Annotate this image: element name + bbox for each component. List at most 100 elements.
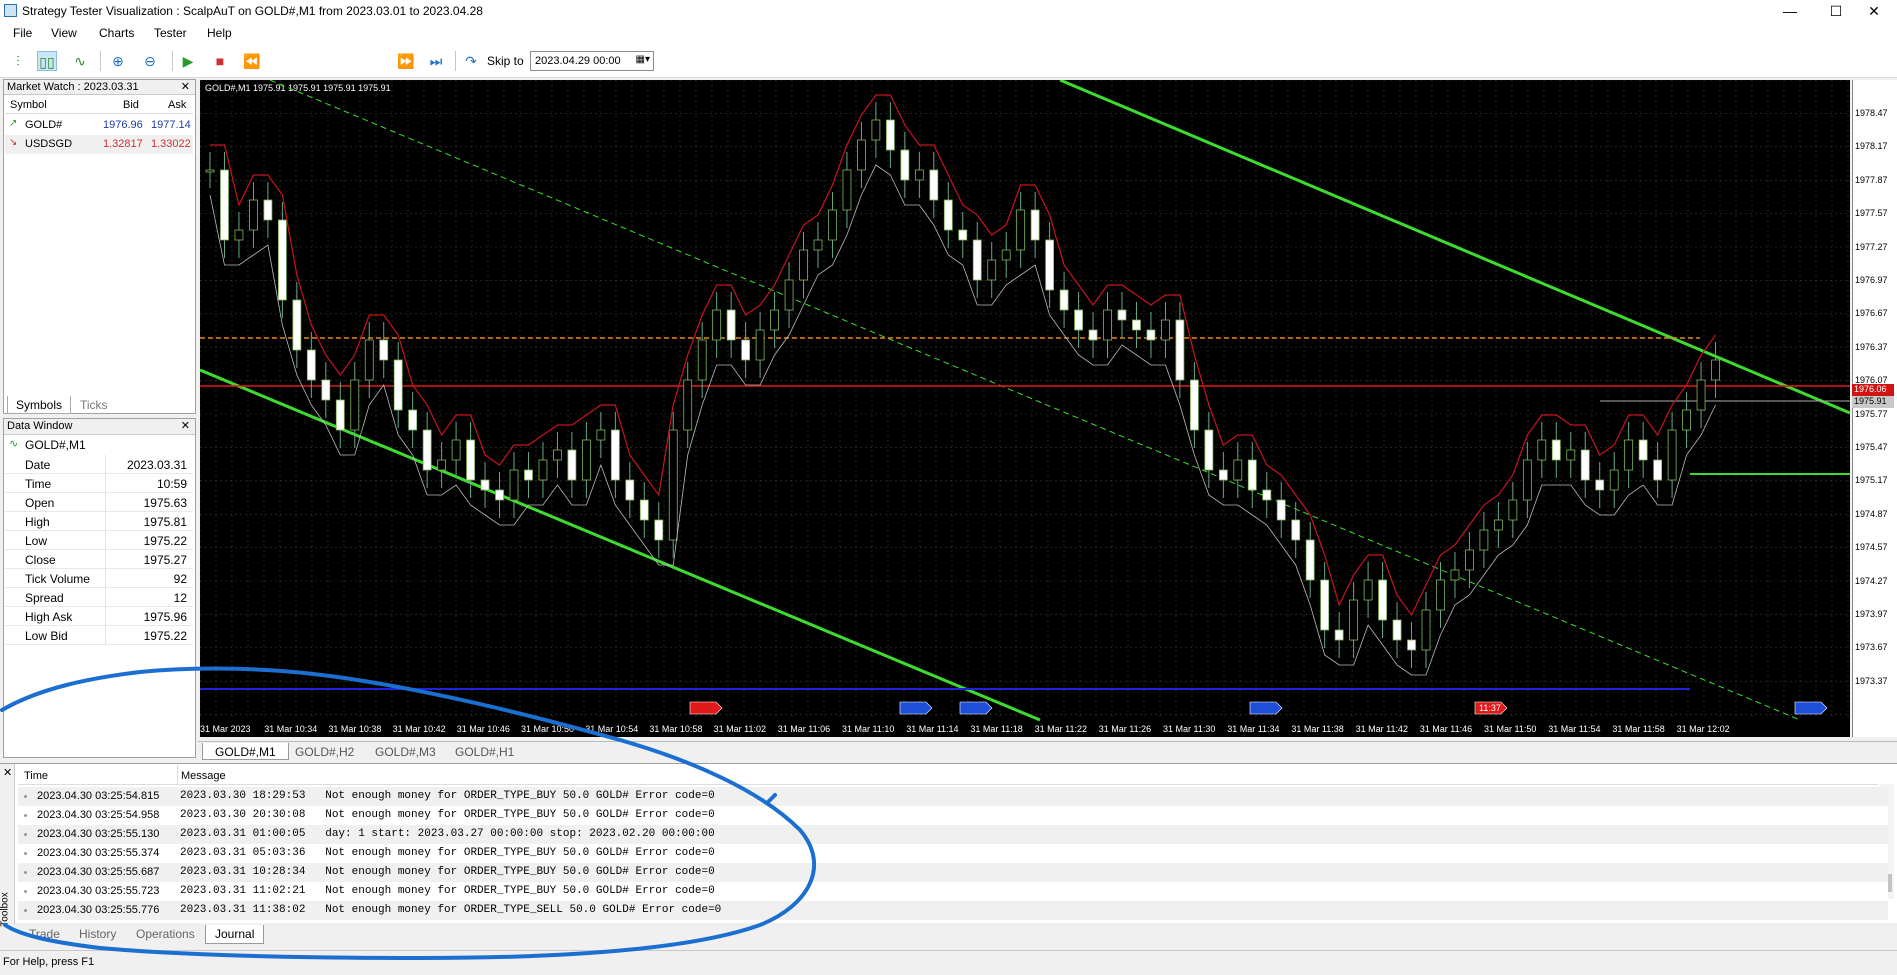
time-tick-label: 31 Mar 11:02 <box>713 724 766 734</box>
journal-time: 2023.04.30 03:25:55.776 <box>37 904 160 916</box>
journal-row[interactable]: 2023.04.30 03:25:55.130 2023.03.31 01:00:… <box>18 825 1888 844</box>
symbol-column-header: Symbol <box>10 99 47 111</box>
tab-trade[interactable]: Trade <box>20 925 69 943</box>
candle-body <box>668 429 678 541</box>
candle-body <box>408 409 418 431</box>
price-tick-label: 1976.67 <box>1855 308 1888 319</box>
journal-row[interactable]: 2023.04.30 03:25:55.723 2023.03.31 11:02:… <box>18 882 1888 901</box>
play-icon[interactable]: ▶ <box>178 51 198 71</box>
rewind-icon[interactable]: ⏪ <box>242 51 262 71</box>
bid-value: 1.32817 <box>103 138 143 150</box>
candle-body <box>249 199 258 231</box>
journal-message: 2023.03.30 18:29:53 Not enough money for… <box>180 790 715 802</box>
calendar-dropdown-icon[interactable]: ▦▾ <box>636 54 650 65</box>
symbol-name: USDSGD <box>25 138 73 150</box>
candle-body <box>1305 539 1315 581</box>
candle-body <box>1001 249 1011 261</box>
tab-gold-m3[interactable]: GOLD#,M3 <box>363 743 448 760</box>
data-window-label: Tick Volume <box>25 572 90 586</box>
column-divider <box>105 512 106 531</box>
journal-row[interactable]: 2023.04.30 03:25:54.815 2023.03.30 18:29:… <box>18 787 1888 806</box>
candle-body <box>350 379 360 431</box>
close-icon[interactable]: ✕ <box>181 419 190 434</box>
tab-symbols[interactable]: Symbols <box>7 396 72 414</box>
candle-body <box>1479 529 1489 551</box>
skip-end-icon[interactable]: ⏭ <box>426 51 446 71</box>
journal-message: 2023.03.31 11:38:02 Not enough money for… <box>180 904 722 916</box>
candle-body <box>929 169 939 201</box>
log-level-icon <box>24 833 27 836</box>
close-icon[interactable]: ✕ <box>3 766 12 779</box>
candle-body <box>958 229 968 241</box>
data-window-row: Low Bid 1975.22 <box>5 626 193 645</box>
candle-body <box>509 469 519 501</box>
tab-gold-h2[interactable]: GOLD#,H2 <box>283 743 366 760</box>
candle-body <box>596 429 606 441</box>
menu-file[interactable]: File <box>13 26 32 40</box>
candle-body <box>393 359 403 411</box>
trade-marker-icon <box>689 701 723 715</box>
candle-body <box>538 459 548 481</box>
tab-history[interactable]: History <box>70 925 125 943</box>
tab-operations[interactable]: Operations <box>127 925 204 943</box>
data-window-row: Tick Volume 92 <box>5 569 193 588</box>
symbol-name: GOLD# <box>25 119 63 131</box>
chart-canvas[interactable]: GOLD#,M1 1975.91 1975.91 1975.91 1975.91… <box>199 78 1851 737</box>
candle-body <box>553 449 562 461</box>
candle-body <box>364 339 374 381</box>
price-tick-label: 1976.97 <box>1855 275 1888 285</box>
menu-charts[interactable]: Charts <box>99 26 134 40</box>
journal-row[interactable]: 2023.04.30 03:25:55.776 2023.03.31 11:38:… <box>18 901 1888 920</box>
tab-gold-h1[interactable]: GOLD#,H1 <box>443 743 526 760</box>
candle-body <box>1522 459 1532 501</box>
time-tick-label: 31 Mar 11:42 <box>1355 724 1408 734</box>
skip-to-date-field[interactable]: 2023.04.29 00:00 ▦▾ <box>530 51 654 71</box>
trend-line-mid <box>269 79 1801 721</box>
menu-help[interactable]: Help <box>207 26 232 40</box>
bid-column-header: Bid <box>123 99 139 111</box>
candle-body <box>1667 429 1677 481</box>
line-chart-icon[interactable]: ∿ <box>70 51 90 71</box>
candle-body <box>1595 479 1605 491</box>
zoom-in-icon[interactable]: ⊕ <box>108 51 128 71</box>
candle-body <box>1218 469 1228 481</box>
price-chart[interactable]: GOLD#,M1 1975.91 1975.91 1975.91 1975.91… <box>199 78 1851 737</box>
bid-value: 1976.96 <box>103 119 143 131</box>
data-window-value: 1975.27 <box>143 553 187 567</box>
candle-body <box>1132 319 1141 331</box>
tab-ticks[interactable]: Ticks <box>72 396 116 414</box>
candle-body <box>524 469 533 481</box>
minimize-icon[interactable]: — <box>1767 0 1813 23</box>
column-divider <box>105 493 106 512</box>
menu-tester[interactable]: Tester <box>154 26 187 40</box>
candle-body <box>205 169 215 173</box>
candle-body <box>1711 359 1720 381</box>
bar-chart-icon[interactable]: ⫶ <box>8 51 28 71</box>
menu-view[interactable]: View <box>51 26 77 40</box>
close-icon[interactable]: ✕ <box>181 80 190 95</box>
zoom-out-icon[interactable]: ⊖ <box>140 51 160 71</box>
candle-body <box>1407 639 1416 651</box>
menu-bar: File View Charts Tester Help <box>0 23 1897 43</box>
data-window-header: Data Window ✕ <box>4 419 195 435</box>
candle-body <box>422 429 432 471</box>
journal-row[interactable]: 2023.04.30 03:25:55.374 2023.03.31 05:03:… <box>18 844 1888 863</box>
candlestick-icon[interactable]: ▯▯ <box>37 51 57 71</box>
step-forward-icon[interactable]: ⏩ <box>396 51 416 71</box>
close-icon[interactable]: ✕ <box>1851 0 1897 23</box>
journal-row[interactable]: 2023.04.30 03:25:54.958 2023.03.30 20:30:… <box>18 806 1888 825</box>
stop-icon[interactable]: ■ <box>210 51 230 71</box>
data-window-value: 2023.03.31 <box>126 458 187 472</box>
market-watch-row[interactable]: ↘ USDSGD 1.32817 1.33022 <box>5 135 193 154</box>
column-divider <box>105 569 106 588</box>
status-help-text: For Help, press F1 <box>3 956 95 968</box>
data-window-row: High Ask 1975.96 <box>5 607 193 626</box>
tab-gold-m1[interactable]: GOLD#,M1 <box>202 743 289 760</box>
market-watch-row[interactable]: ↗ GOLD# 1976.96 1977.14 <box>5 116 193 135</box>
candle-body <box>1016 209 1026 251</box>
journal-row[interactable]: 2023.04.30 03:25:55.687 2023.03.31 10:28:… <box>18 863 1888 882</box>
candle-body <box>480 479 490 491</box>
candle-body <box>1103 309 1112 341</box>
candle-body <box>1450 569 1460 581</box>
tab-journal[interactable]: Journal <box>205 925 265 944</box>
